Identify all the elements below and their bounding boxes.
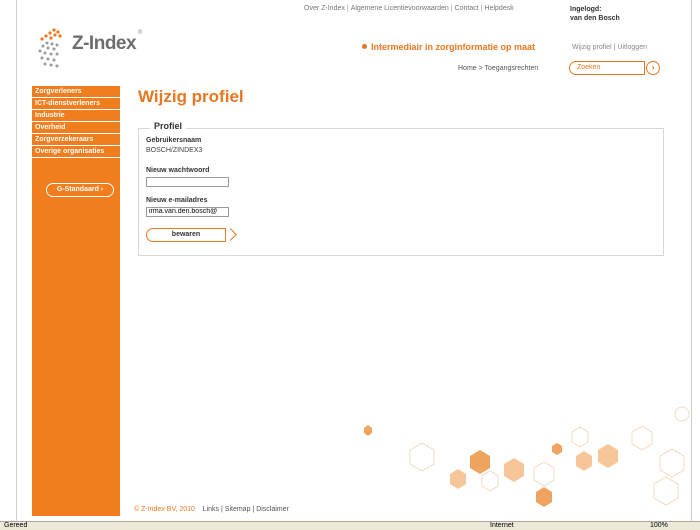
user-label: Ingelogd: — [570, 6, 602, 13]
save-button[interactable]: bewaren — [146, 228, 237, 242]
save-button-label: bewaren — [146, 228, 226, 242]
top-link-over[interactable]: Over Z-Index — [304, 5, 345, 12]
hexagon-decoration — [364, 406, 690, 507]
copyright: © Z-Index BV, 2010 — [134, 506, 195, 513]
search-go-icon[interactable]: › — [646, 61, 660, 75]
sidebar-item-industrie[interactable]: Industrie — [32, 110, 120, 122]
sidebar-item-overheid[interactable]: Overheid — [32, 122, 120, 134]
panel-legend: Profiel — [150, 121, 187, 131]
logo-text: Z-Index — [72, 33, 137, 54]
email-label: Nieuw e-mailadres — [146, 197, 208, 204]
sidebar-item-ict[interactable]: ICT-dienstverleners — [32, 98, 120, 110]
username-value: BOSCH/ZINDEX3 — [146, 147, 203, 154]
bullet-icon — [362, 44, 367, 49]
user-links: Wijzig profiel | Uitloggen — [572, 44, 647, 51]
status-bar: Gereed Internet 100% — [0, 521, 700, 530]
security-zone[interactable]: Internet — [490, 522, 514, 529]
sidebar-item-zorgverleners[interactable]: Zorgverleners — [32, 86, 120, 98]
user-box: Ingelogd: van den Bosch — [570, 5, 620, 23]
breadcrumb[interactable]: Home > Toegangsrechten — [458, 65, 538, 72]
user-name: van den Bosch — [570, 15, 620, 22]
username-label: Gebruikersnaam — [146, 137, 202, 144]
search-box: Zoeken › — [569, 61, 661, 75]
sidebar-item-zorgverzekeraars[interactable]: Zorgverzekeraars — [32, 134, 120, 146]
logout-link[interactable]: Uitloggen — [617, 44, 647, 51]
top-link-contact[interactable]: Contact — [455, 5, 479, 12]
zoom-level[interactable]: 100% — [650, 522, 668, 529]
email-field[interactable]: irma.van.den.bosch@ — [146, 207, 229, 217]
password-field[interactable] — [146, 177, 229, 187]
footer-link-disclaimer[interactable]: Disclaimer — [256, 506, 289, 513]
top-links: Over Z-Index | Algemene Licentievoorwaarde… — [304, 5, 514, 12]
top-link-licentie[interactable]: Algemene Licentievoorwaarden — [351, 5, 449, 12]
trademark-mark: ® — [138, 30, 143, 36]
sidebar: Zorgverleners ICT-dienstverleners Indust… — [32, 86, 120, 516]
page-title: Wijzig profiel — [138, 87, 244, 106]
g-standaard-label: G-Standaard — [56, 186, 99, 193]
search-input[interactable]: Zoeken — [569, 61, 645, 75]
logo[interactable]: Z-Index ® — [34, 26, 154, 70]
footer: © Z-Index BV, 2010 Links | Sitemap | Dis… — [134, 506, 289, 513]
footer-link-sitemap[interactable]: Sitemap — [225, 506, 251, 513]
top-link-helpdesk[interactable]: Helpdesk — [485, 5, 514, 12]
g-standaard-button[interactable]: G-Standaard › — [46, 183, 114, 197]
logo-dots-icon — [38, 28, 62, 68]
tagline: Intermediair in zorginformatie op maat — [362, 42, 535, 52]
footer-link-links[interactable]: Links — [203, 506, 219, 513]
tagline-text: Intermediair in zorginformatie op maat — [371, 42, 536, 52]
sidebar-item-overige[interactable]: Overige organisaties — [32, 146, 120, 158]
status-text: Gereed — [4, 522, 28, 529]
edit-profile-link[interactable]: Wijzig profiel — [572, 44, 612, 51]
password-label: Nieuw wachtwoord — [146, 167, 210, 174]
